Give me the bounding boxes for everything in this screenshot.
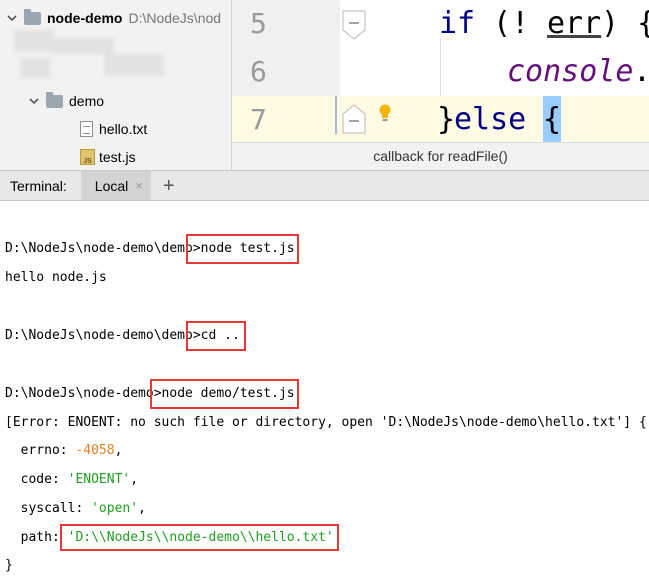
- highlight-box: [186, 234, 299, 264]
- code-token: }: [437, 102, 456, 137]
- text-file-icon: [80, 121, 93, 137]
- add-icon[interactable]: +: [163, 176, 175, 196]
- terminal-line: [Error: ENOENT: no such file or director…: [5, 413, 647, 433]
- tab-label: Local: [94, 177, 129, 194]
- code-editor[interactable]: 5 if (! err ) { 6 console . 7 } else {: [232, 0, 649, 142]
- code-token: else: [454, 102, 527, 137]
- terminal-prompt: D:\NodeJs\node-demo>: [5, 386, 162, 401]
- terminal-label: Terminal:: [10, 177, 67, 194]
- terminal-error-text: [Error: ENOENT: no such file or director…: [5, 415, 647, 430]
- code-token: (!: [475, 6, 530, 41]
- tree-item-node-demo[interactable]: node-demo D:\NodeJs\nod: [6, 6, 221, 30]
- terminal-value-string: 'ENOENT': [67, 472, 131, 487]
- terminal-prompt: D:\NodeJs\node-demo\demo>: [5, 328, 201, 343]
- line-number: 5: [250, 7, 267, 40]
- terminal-trail: ,: [114, 443, 123, 458]
- terminal-line: code: 'ENOENT',: [5, 470, 138, 490]
- terminal-output-text: hello node.js: [5, 270, 107, 285]
- terminal-value-number: -4058: [75, 443, 115, 458]
- breadcrumb[interactable]: callback for readFile(): [232, 142, 649, 170]
- tree-folder-name: demo: [69, 93, 105, 109]
- js-file-icon: JS: [80, 149, 95, 165]
- project-tree: node-demo D:\NodeJs\nod demo hello.txt J…: [0, 0, 232, 170]
- terminal-line: syscall: 'open',: [5, 499, 146, 519]
- code-token-matched-brace: {: [543, 96, 562, 142]
- code-token: err: [547, 6, 602, 41]
- blurred-region: [14, 30, 164, 82]
- fold-marker-icon[interactable]: [342, 10, 366, 40]
- tree-file-name: test.js: [99, 149, 136, 165]
- code-token: ) {: [601, 6, 649, 41]
- tree-file-name: hello.txt: [99, 121, 148, 137]
- chevron-down-icon[interactable]: [6, 12, 18, 24]
- fold-marker-icon[interactable]: [342, 104, 366, 134]
- highlight-box: [60, 524, 339, 551]
- breadcrumb-text: callback for readFile(): [373, 148, 508, 164]
- tree-item-demo[interactable]: demo: [28, 89, 104, 113]
- highlight-box: [186, 321, 246, 351]
- terminal-line: errno: -4058,: [5, 441, 123, 461]
- terminal-line: hello node.js: [5, 268, 107, 288]
- terminal-trail: ,: [130, 472, 139, 487]
- terminal-tab-bar: Terminal: Local × +: [0, 170, 649, 201]
- tab-local[interactable]: Local ×: [80, 171, 151, 200]
- terminal-key: code:: [5, 472, 68, 487]
- code-line-current[interactable]: 7 } else {: [232, 96, 649, 142]
- tree-root-name: node-demo: [47, 10, 123, 26]
- tree-item-test-js[interactable]: JS test.js: [80, 145, 136, 169]
- code-token: console: [507, 54, 634, 89]
- line-number: 7: [250, 103, 267, 136]
- terminal-line: }: [5, 556, 13, 576]
- highlight-box: [150, 379, 299, 409]
- folder-icon: [24, 8, 41, 25]
- close-icon[interactable]: ×: [135, 178, 143, 193]
- lightbulb-icon[interactable]: [378, 104, 392, 122]
- terminal-value-string: 'open': [91, 501, 139, 516]
- code-line[interactable]: 6 console .: [232, 48, 649, 96]
- terminal-output-text: }: [5, 558, 13, 573]
- chevron-down-icon[interactable]: [28, 95, 40, 107]
- folder-icon: [46, 91, 63, 108]
- terminal-key: errno:: [5, 443, 76, 458]
- caret-marker: [335, 96, 337, 134]
- tree-root-path: D:\NodeJs\nod: [128, 10, 222, 26]
- tree-item-hello-txt[interactable]: hello.txt: [80, 117, 147, 141]
- code-token: if: [439, 6, 476, 41]
- line-number: 6: [250, 55, 267, 88]
- terminal-key: syscall:: [5, 501, 92, 516]
- terminal-key: path:: [5, 530, 68, 545]
- terminal-prompt: D:\NodeJs\node-demo\demo>: [5, 241, 201, 256]
- code-token: .: [633, 48, 649, 96]
- terminal-output[interactable]: D:\NodeJs\node-demo\demo>node test.js he…: [0, 201, 649, 586]
- terminal-trail: ,: [138, 501, 146, 516]
